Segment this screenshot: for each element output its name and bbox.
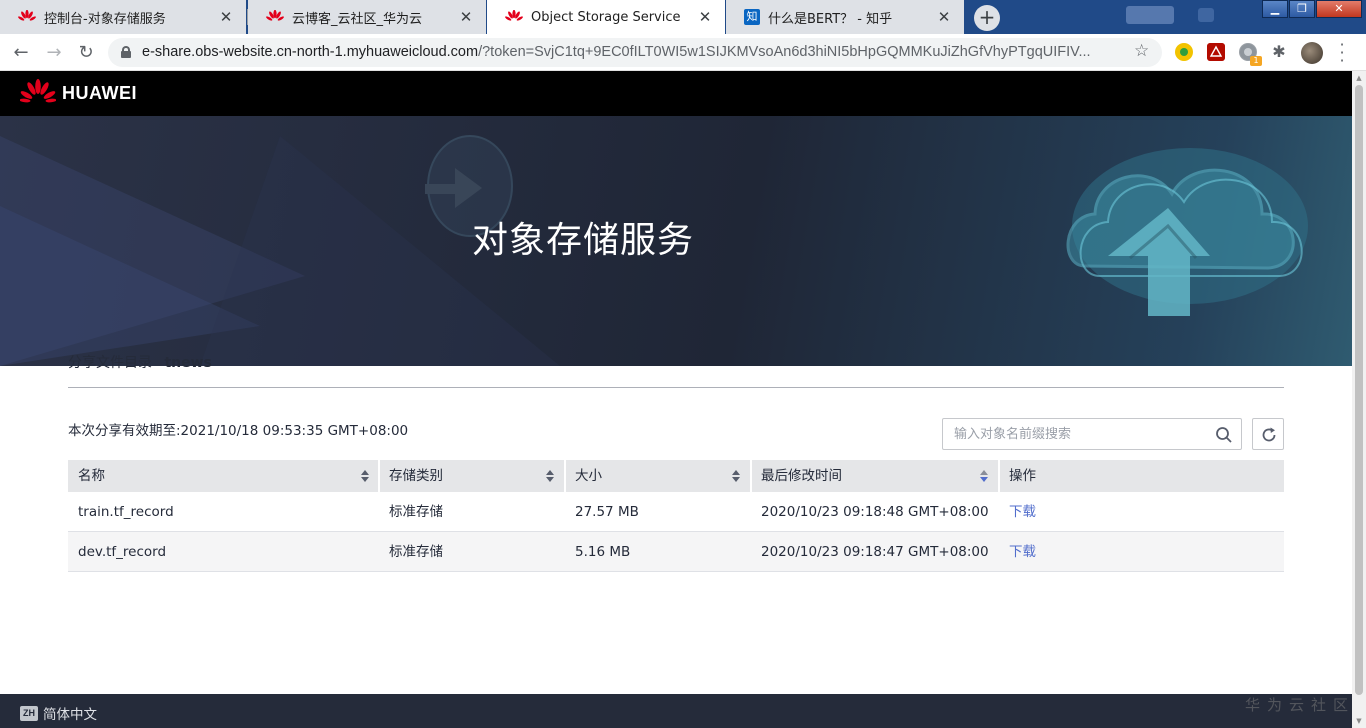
maximize-button[interactable]: ❐ (1289, 0, 1315, 18)
refresh-icon (1262, 427, 1276, 442)
url-text[interactable]: e-share.obs-website.cn-north-1.myhuaweic… (142, 44, 1127, 60)
refresh-button[interactable] (1252, 418, 1284, 450)
column-header-storage-class[interactable]: 存储类别 (379, 460, 564, 492)
minimize-button[interactable]: ▁ (1262, 0, 1288, 18)
directory-label: 分享文件目录 (68, 355, 152, 371)
column-label: 大小 (575, 468, 602, 484)
sort-icon[interactable] (546, 470, 554, 482)
scroll-down-icon[interactable]: ▼ (1355, 717, 1363, 725)
menu-dots-icon[interactable]: · · · (1336, 37, 1348, 69)
tab-close-icon[interactable]: ✕ (936, 9, 952, 25)
column-label: 操作 (1009, 468, 1036, 484)
file-size: 5.16 MB (575, 544, 631, 560)
reload-icon[interactable]: ↻ (74, 41, 98, 65)
language-label: 简体中文 (43, 707, 97, 723)
scroll-up-icon[interactable]: ▲ (1355, 74, 1363, 82)
tab-title: Object Storage Service (531, 9, 681, 25)
tab-close-icon[interactable]: ✕ (218, 9, 234, 25)
share-expiry-text: 本次分享有效期至:2021/10/18 09:53:35 GMT+08:00 (68, 423, 409, 439)
file-table: 名称 存储类别 大小 最后修改时间 操作 train.tf_record 标准存… (68, 460, 1284, 572)
search-input[interactable] (944, 420, 1204, 448)
language-switcher[interactable]: ZH 简体中文 (20, 703, 97, 723)
banner-title: 对象存储服务 (472, 220, 695, 261)
sort-icon-active[interactable] (980, 470, 988, 482)
table-header: 名称 存储类别 大小 最后修改时间 操作 (68, 460, 1284, 492)
lock-icon (121, 46, 131, 58)
tab-title: 云博客_云社区_华为云 (292, 11, 423, 27)
brand-name: HUAWEI (62, 82, 137, 103)
blurred-badge (1126, 6, 1174, 24)
profile-avatar[interactable] (1301, 42, 1323, 64)
extension-badge: 1 (1250, 56, 1262, 66)
column-label: 最后修改时间 (761, 468, 842, 484)
address-bar[interactable]: e-share.obs-website.cn-north-1.myhuaweic… (108, 38, 1162, 67)
sort-icon[interactable] (361, 470, 369, 482)
zhihu-icon: 知 (744, 9, 760, 25)
bookmark-star-icon[interactable]: ☆ (1134, 41, 1149, 61)
browser-tab-object-storage[interactable]: Object Storage Service ✕ (487, 0, 725, 34)
file-size: 27.57 MB (575, 504, 639, 520)
blurred-indicator (1198, 8, 1214, 22)
language-icon: ZH (20, 705, 38, 721)
share-directory: 分享文件目录 tnews (68, 352, 212, 372)
last-modified: 2020/10/23 09:18:48 GMT+08:00 (761, 504, 989, 520)
new-tab-button[interactable]: + (974, 5, 1000, 31)
file-name: train.tf_record (78, 504, 174, 520)
column-header-name[interactable]: 名称 (68, 460, 378, 492)
pdf-extension-icon[interactable] (1207, 43, 1225, 61)
column-header-last-modified[interactable]: 最后修改时间 (751, 460, 998, 492)
watermark: 华为云社区 (1245, 696, 1356, 714)
browser-toolbar: ← → ↻ e-share.obs-website.cn-north-1.myh… (0, 34, 1366, 71)
page-footer: ZH 简体中文 (0, 694, 1352, 728)
column-label: 名称 (78, 468, 105, 484)
extension-icon[interactable] (1175, 43, 1193, 61)
directory-name: tnews (164, 355, 212, 371)
tab-title: 什么是BERT？ - 知乎 (768, 11, 893, 27)
page-scrollbar[interactable]: ▲ ▼ (1352, 71, 1366, 728)
url-host: e-share.obs-website.cn-north-1.myhuaweic… (142, 44, 479, 60)
sort-icon[interactable] (732, 470, 740, 482)
huawei-logo-icon (20, 79, 56, 103)
close-window-button[interactable]: ✕ (1316, 0, 1362, 18)
search-icon[interactable] (1215, 426, 1233, 444)
browser-tab-strip: 控制台-对象存储服务 ✕ 云博客_云社区_华为云 ✕ Object Storag… (0, 0, 1366, 34)
download-link[interactable]: 下载 (999, 532, 1036, 572)
storage-class: 标准存储 (389, 544, 443, 560)
column-header-size[interactable]: 大小 (565, 460, 750, 492)
puzzle-extensions-icon[interactable]: ✱ (1270, 43, 1288, 61)
tab-close-icon[interactable]: ✕ (458, 9, 474, 25)
browser-tab-console[interactable]: 控制台-对象存储服务 ✕ (0, 0, 246, 34)
tab-close-icon[interactable]: ✕ (697, 9, 713, 25)
download-link[interactable]: 下载 (999, 492, 1036, 532)
hero-banner: 对象存储服务 (0, 116, 1352, 366)
huawei-logo-icon (505, 10, 523, 21)
scrollbar-thumb[interactable] (1355, 85, 1363, 695)
url-query: /?token=SvjC1tq+9EC0fILT0WI5w1SIJKMVsoAn… (478, 44, 1091, 60)
file-name: dev.tf_record (78, 544, 167, 560)
section-divider (68, 387, 1284, 388)
browser-tab-blog[interactable]: 云博客_云社区_华为云 ✕ (248, 0, 486, 34)
back-arrow-icon[interactable]: ← (9, 41, 33, 65)
column-header-action: 操作 (999, 460, 1284, 492)
forward-arrow-icon[interactable]: → (42, 41, 66, 65)
site-header: HUAWEI (0, 71, 1352, 116)
search-box (942, 418, 1242, 450)
browser-tab-zhihu[interactable]: 知 什么是BERT？ - 知乎 ✕ (726, 0, 964, 34)
tab-title: 控制台-对象存储服务 (44, 11, 166, 27)
huawei-logo-icon (266, 10, 284, 21)
huawei-logo-icon (18, 10, 36, 21)
last-modified: 2020/10/23 09:18:47 GMT+08:00 (761, 544, 989, 560)
column-label: 存储类别 (389, 468, 443, 484)
storage-class: 标准存储 (389, 504, 443, 520)
page-content: HUAWEI 对象存储服务 分享文件目录 tnews 本次分享有效期至:2021… (0, 71, 1352, 728)
huawei-brand-logo[interactable]: HUAWEI (20, 77, 137, 109)
table-row: dev.tf_record 标准存储 5.16 MB 2020/10/23 09… (68, 532, 1284, 572)
table-row: train.tf_record 标准存储 27.57 MB 2020/10/23… (68, 492, 1284, 532)
